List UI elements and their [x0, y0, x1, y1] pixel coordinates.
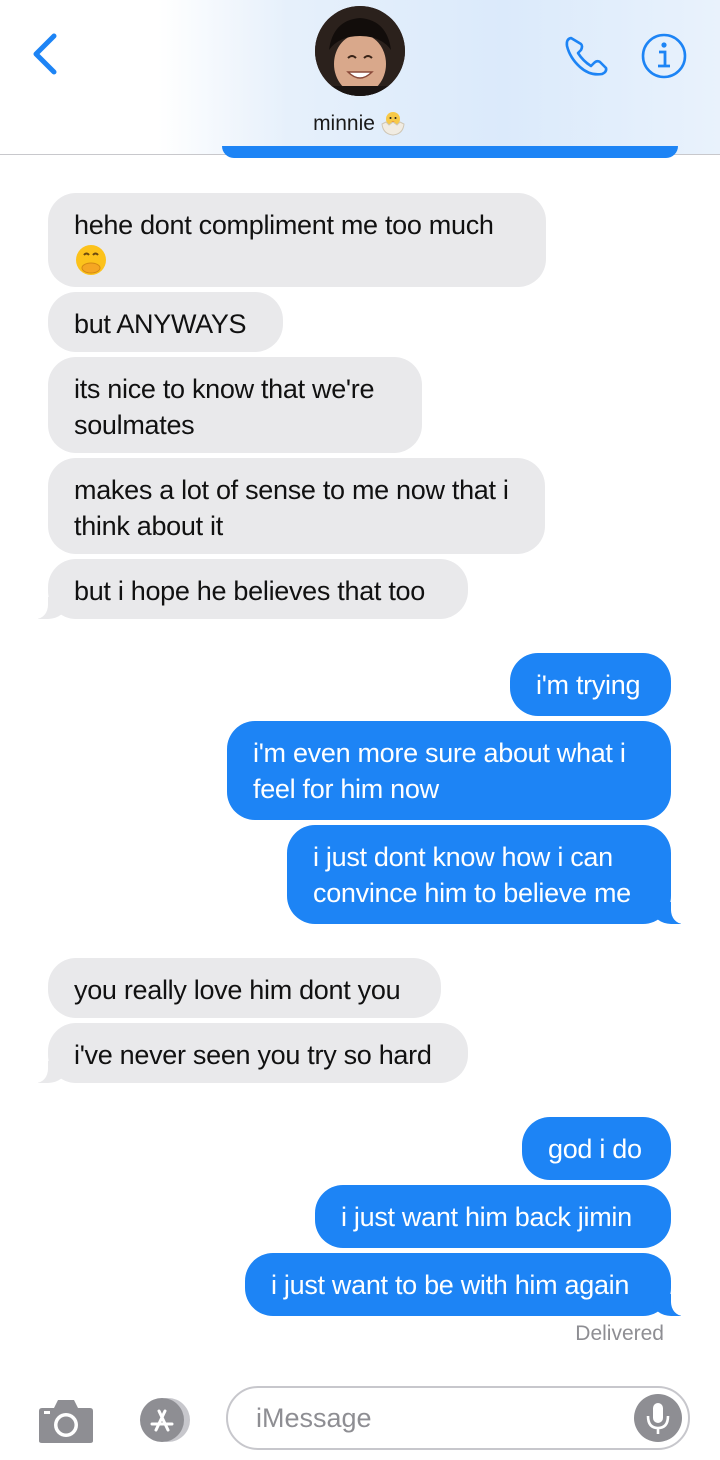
outgoing-message[interactable]: i'm trying: [510, 653, 671, 716]
chevron-left-icon: [33, 33, 57, 75]
dictation-button[interactable]: [634, 1394, 682, 1442]
message-text: makes a lot of sense to me now that i th…: [74, 475, 509, 541]
message-input-placeholder: iMessage: [256, 1403, 372, 1433]
incoming-message[interactable]: makes a lot of sense to me now that i th…: [48, 458, 545, 554]
contact-name-label: minnie: [313, 112, 375, 135]
delivery-status: Delivered: [575, 1322, 664, 1345]
outgoing-message[interactable]: i just want him back jimin: [315, 1185, 671, 1248]
outgoing-message[interactable]: i just want to be with him again: [245, 1253, 693, 1316]
hand-over-mouth-emoji-icon: [74, 243, 108, 277]
message-text: but ANYWAYS: [74, 309, 247, 339]
app-store-button[interactable]: [130, 1396, 196, 1444]
call-button[interactable]: [562, 34, 610, 78]
back-button[interactable]: [28, 32, 68, 76]
incoming-message[interactable]: i've never seen you try so hard: [26, 1023, 468, 1083]
previous-message-bubble: [222, 146, 678, 158]
message-input[interactable]: iMessage: [226, 1386, 690, 1450]
outgoing-message[interactable]: i just dont know how i can convince him …: [287, 825, 693, 924]
outgoing-message[interactable]: i'm even more sure about what i feel for…: [227, 721, 671, 820]
message-text: i'm trying: [536, 670, 641, 700]
app-store-icon: [140, 1398, 190, 1442]
incoming-message[interactable]: but i hope he believes that too: [26, 559, 468, 619]
message-text: god i do: [548, 1134, 642, 1164]
avatar-photo: [315, 6, 405, 96]
message-text: i've never seen you try so hard: [74, 1040, 432, 1070]
message-text: i just want him back jimin: [341, 1202, 632, 1232]
incoming-message[interactable]: hehe dont compliment me too much: [48, 193, 546, 287]
hatching-chick-icon: [379, 110, 407, 136]
message-text: you really love him dont you: [74, 975, 401, 1005]
microphone-icon: [646, 1403, 670, 1434]
message-text: i just want to be with him again: [271, 1270, 630, 1300]
incoming-message[interactable]: but ANYWAYS: [48, 292, 283, 352]
incoming-message[interactable]: you really love him dont you: [48, 958, 441, 1018]
message-text: hehe dont compliment me too much: [74, 210, 494, 240]
message-text: i just dont know how i can convince him …: [313, 842, 631, 908]
phone-icon: [565, 36, 608, 76]
message-text: but i hope he believes that too: [74, 576, 425, 606]
info-button[interactable]: [640, 32, 688, 80]
incoming-message[interactable]: its nice to know that we're soulmates: [48, 357, 422, 453]
conversation-header: minnie: [0, 0, 720, 155]
message-text: its nice to know that we're soulmates: [74, 374, 375, 440]
camera-icon: [39, 1400, 93, 1443]
contact-avatar[interactable]: [315, 6, 405, 96]
camera-button[interactable]: [38, 1396, 94, 1444]
outgoing-message[interactable]: god i do: [522, 1117, 671, 1180]
info-icon: [641, 33, 687, 79]
message-text: i'm even more sure about what i feel for…: [253, 738, 626, 804]
contact-name[interactable]: minnie: [0, 110, 720, 136]
